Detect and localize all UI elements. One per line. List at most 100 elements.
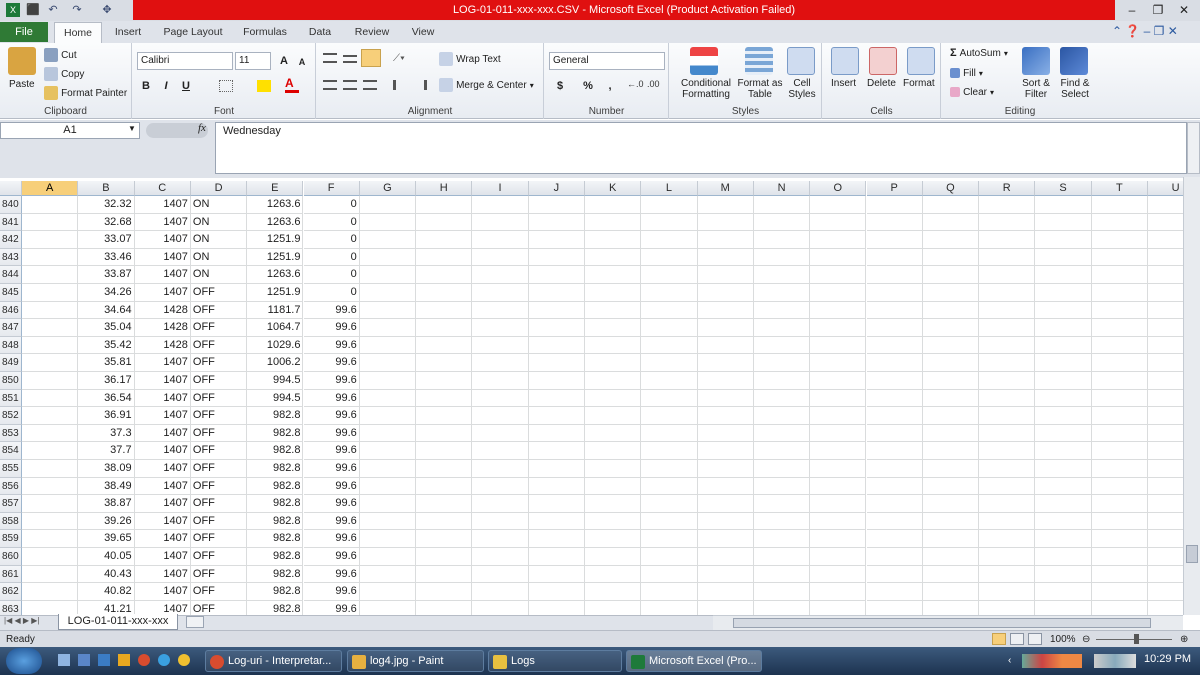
cell-g858[interactable]	[359, 512, 417, 531]
row-header[interactable]: 844	[0, 266, 22, 284]
percent-button[interactable]: %	[579, 77, 597, 95]
cell-n854[interactable]	[753, 442, 811, 460]
cell-b856[interactable]: 38.49	[78, 477, 135, 496]
cell-h844[interactable]	[416, 266, 473, 284]
cell-m849[interactable]	[697, 354, 754, 372]
cell-n847[interactable]	[753, 319, 811, 337]
cell-k845[interactable]	[585, 284, 642, 302]
cell-o860[interactable]	[810, 548, 867, 566]
formula-expand-scroll[interactable]	[1187, 122, 1200, 174]
cell-f842[interactable]: 0	[303, 231, 360, 249]
cell-e843[interactable]: 1251.9	[247, 248, 304, 267]
cell-u854[interactable]	[1148, 442, 1183, 460]
cell-b842[interactable]: 33.07	[78, 231, 135, 249]
cell-r851[interactable]	[979, 389, 1036, 408]
cell-l860[interactable]	[641, 548, 698, 566]
folder-icon[interactable]	[118, 654, 130, 666]
cell-j850[interactable]	[528, 372, 585, 390]
cell-g863[interactable]	[360, 600, 417, 615]
cell-s853[interactable]	[1035, 424, 1092, 443]
close-button[interactable]: ✕	[1172, 0, 1196, 20]
tab-file[interactable]: File	[0, 22, 48, 42]
cell-t840[interactable]	[1091, 196, 1148, 214]
cell-j854[interactable]	[528, 442, 585, 460]
cell-k862[interactable]	[585, 583, 642, 601]
tray-icons[interactable]	[1022, 654, 1082, 668]
column-header-k[interactable]: K	[585, 181, 642, 196]
cell-p852[interactable]	[866, 407, 923, 425]
show-desktop-icon[interactable]	[58, 654, 70, 666]
cell-g860[interactable]	[359, 548, 417, 566]
cell-a857[interactable]	[22, 495, 79, 513]
cell-s845[interactable]	[1035, 284, 1092, 302]
cell-t855[interactable]	[1091, 460, 1148, 478]
cell-b861[interactable]: 40.43	[78, 565, 135, 584]
cell-t860[interactable]	[1091, 548, 1148, 566]
cell-l850[interactable]	[641, 372, 698, 390]
cell-g843[interactable]	[359, 248, 417, 267]
cell-t856[interactable]	[1091, 477, 1148, 496]
cell-t843[interactable]	[1091, 248, 1148, 267]
cell-k850[interactable]	[585, 372, 642, 390]
column-header-f[interactable]: F	[303, 181, 360, 196]
cell-c842[interactable]: 1407	[134, 231, 191, 249]
cell-c848[interactable]: 1428	[134, 336, 191, 355]
cell-j842[interactable]	[528, 231, 585, 249]
fill-button[interactable]: Fill ▾	[950, 67, 983, 79]
cell-k847[interactable]	[585, 319, 642, 337]
cell-q852[interactable]	[922, 407, 980, 425]
cell-a861[interactable]	[22, 565, 79, 584]
cell-c857[interactable]: 1407	[134, 495, 191, 513]
cell-d855[interactable]: OFF	[190, 460, 248, 478]
zoom-in-icon[interactable]: ⊕	[1180, 632, 1188, 648]
cell-n850[interactable]	[753, 372, 811, 390]
cell-e842[interactable]: 1251.9	[247, 231, 304, 249]
column-header-s[interactable]: S	[1035, 181, 1092, 196]
cell-b852[interactable]: 36.91	[78, 407, 135, 425]
cell-b840[interactable]: 32.32	[78, 196, 135, 214]
cell-q848[interactable]	[922, 336, 980, 355]
cell-f860[interactable]: 99.6	[303, 548, 360, 566]
cell-c847[interactable]: 1428	[134, 319, 191, 337]
cell-j859[interactable]	[528, 530, 585, 548]
cell-c846[interactable]: 1428	[134, 301, 191, 320]
tray-system-icons[interactable]	[1094, 654, 1136, 668]
font-size-select[interactable]: 11	[235, 52, 271, 70]
column-header-m[interactable]: M	[697, 181, 754, 196]
cell-i854[interactable]	[472, 442, 529, 460]
cell-n842[interactable]	[753, 231, 811, 249]
cell-r849[interactable]	[979, 354, 1036, 372]
cell-s863[interactable]	[1035, 600, 1092, 615]
select-all-corner[interactable]	[0, 181, 22, 196]
cell-f847[interactable]: 99.6	[303, 319, 360, 337]
row-header[interactable]: 863	[0, 600, 22, 615]
cell-p856[interactable]	[866, 477, 923, 496]
cell-q860[interactable]	[922, 548, 980, 566]
cell-q847[interactable]	[922, 319, 980, 337]
row-header[interactable]: 841	[0, 213, 22, 232]
column-header-t[interactable]: T	[1091, 181, 1148, 196]
cell-a850[interactable]	[22, 372, 79, 390]
cell-g862[interactable]	[359, 583, 417, 601]
minimize-button[interactable]: –	[1120, 0, 1144, 20]
cell-g857[interactable]	[359, 495, 417, 513]
format-button[interactable]: Format	[903, 78, 935, 89]
cell-f858[interactable]: 99.6	[303, 512, 360, 531]
row-header[interactable]: 861	[0, 565, 22, 584]
number-format-select[interactable]: General	[549, 52, 665, 70]
cell-u859[interactable]	[1148, 530, 1183, 548]
cell-r845[interactable]	[979, 284, 1036, 302]
cell-u855[interactable]	[1148, 460, 1183, 478]
cell-b860[interactable]: 40.05	[78, 548, 135, 566]
cell-h856[interactable]	[416, 477, 473, 496]
cell-d862[interactable]: OFF	[190, 583, 248, 601]
sheet-tab[interactable]: LOG-01-011-xxx-xxx	[58, 614, 178, 630]
column-header-u[interactable]: U	[1148, 181, 1183, 196]
cell-t861[interactable]	[1091, 565, 1148, 584]
cell-m856[interactable]	[697, 477, 754, 496]
cell-l858[interactable]	[641, 512, 698, 531]
cell-a841[interactable]	[22, 213, 79, 232]
cell-c845[interactable]: 1407	[134, 284, 191, 302]
cell-b857[interactable]: 38.87	[78, 495, 135, 513]
borders-icon[interactable]	[219, 80, 233, 92]
